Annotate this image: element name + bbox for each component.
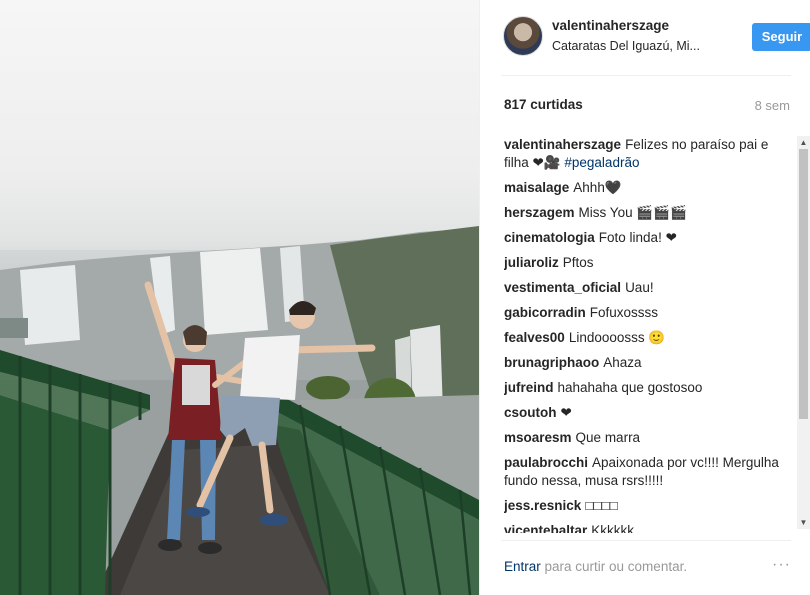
comment-item: cinematologia Foto linda! ❤	[504, 229, 794, 247]
scrollbar-thumb[interactable]	[799, 149, 808, 419]
login-prompt: Entrar para curtir ou comentar.	[504, 559, 687, 574]
scroll-up-arrow-icon[interactable]: ▲	[797, 136, 810, 149]
post-photo[interactable]	[0, 0, 479, 595]
post-side-panel: valentinaherszage Cataratas Del Iguazú, …	[479, 0, 810, 595]
comment-text: Ahhh🖤	[573, 180, 622, 195]
comment-username-link[interactable]: vicentebaltar	[504, 523, 587, 533]
comment-username-link[interactable]: jess.resnick	[504, 498, 581, 513]
comment-text: Foto linda! ❤	[598, 230, 677, 245]
comment-item: paulabrocchi Apaixonada por vc!!!! Mergul…	[504, 454, 794, 490]
comment-text: ❤	[560, 405, 572, 420]
comment-item: msoaresm Que marra	[504, 429, 794, 447]
comment-username-link[interactable]: jufreind	[504, 380, 554, 395]
comment-text: Uau!	[625, 280, 654, 295]
comment-username-link[interactable]: herszagem	[504, 205, 575, 220]
comment-username-link[interactable]: paulabrocchi	[504, 455, 588, 470]
author-username-link[interactable]: valentinaherszage	[552, 18, 669, 33]
comment-item: jess.resnick □□□□	[504, 497, 794, 515]
comment-text: Miss You 🎬🎬🎬	[578, 205, 687, 220]
avatar[interactable]	[503, 16, 543, 56]
login-prompt-text: para curtir ou comentar.	[540, 559, 688, 574]
comment-text: □□□□	[585, 498, 618, 513]
comment-item: vicentebaltar Kkkkkk	[504, 522, 794, 533]
comment-item: csoutoh ❤	[504, 404, 794, 422]
comment-username-link[interactable]: juliaroliz	[504, 255, 559, 270]
comment-item: vestimenta_oficial Uau!	[504, 279, 794, 297]
comment-item: juliaroliz Pftos	[504, 254, 794, 272]
comment-username-link[interactable]: brunagriphaoo	[504, 355, 599, 370]
comment-username-link[interactable]: fealves00	[504, 330, 565, 345]
comment-text: Ahaza	[603, 355, 642, 370]
comment-text: Fofuxossss	[589, 305, 659, 320]
comment-text: Que marra	[575, 430, 641, 445]
comment-item: brunagriphaoo Ahaza	[504, 354, 794, 372]
comment-text: hahahaha que gostosoo	[557, 380, 703, 395]
comments-scrollbar[interactable]: ▲ ▼	[797, 136, 810, 529]
post-view: valentinaherszage Cataratas Del Iguazú, …	[0, 0, 810, 595]
caption: valentinaherszage Felizes no paraíso pai …	[504, 136, 794, 172]
comment-item: herszagem Miss You 🎬🎬🎬	[504, 204, 794, 222]
comment-username-link[interactable]: vestimenta_oficial	[504, 280, 621, 295]
post-time[interactable]: 8 sem	[755, 98, 790, 113]
post-header: valentinaherszage Cataratas Del Iguazú, …	[501, 0, 810, 76]
comment-username-link[interactable]: maisalage	[504, 180, 569, 195]
likes-count[interactable]: 817 curtidas	[504, 97, 583, 112]
comment-username-link[interactable]: msoaresm	[504, 430, 572, 445]
comments-list[interactable]: valentinaherszage Felizes no paraíso pai …	[504, 136, 794, 533]
comment-username-link[interactable]: csoutoh	[504, 405, 557, 420]
comment-text: Kkkkkk	[591, 523, 635, 533]
comment-item: maisalage Ahhh🖤	[504, 179, 794, 197]
comment-text: Pftos	[562, 255, 594, 270]
login-link[interactable]: Entrar	[504, 559, 541, 574]
follow-button[interactable]: Seguir	[752, 23, 810, 51]
more-options-icon[interactable]: ···	[772, 556, 791, 574]
caption-username-link[interactable]: valentinaherszage	[504, 137, 621, 152]
comment-item: jufreind hahahaha que gostosoo	[504, 379, 794, 397]
comment-item: fealves00 Lindoooosss 🙂	[504, 329, 794, 347]
waterfall-photo-illustration	[0, 226, 479, 595]
scroll-down-arrow-icon[interactable]: ▼	[797, 516, 810, 529]
comment-item: gabicorradin Fofuxossss	[504, 304, 794, 322]
post-footer: Entrar para curtir ou comentar. ···	[501, 540, 791, 595]
comment-username-link[interactable]: gabicorradin	[504, 305, 586, 320]
comment-text: Lindoooosss 🙂	[568, 330, 666, 345]
location-link[interactable]: Cataratas Del Iguazú, Mi...	[552, 39, 722, 53]
comment-username-link[interactable]: cinematologia	[504, 230, 595, 245]
hashtag-link[interactable]: #pegaladrão	[564, 155, 639, 170]
